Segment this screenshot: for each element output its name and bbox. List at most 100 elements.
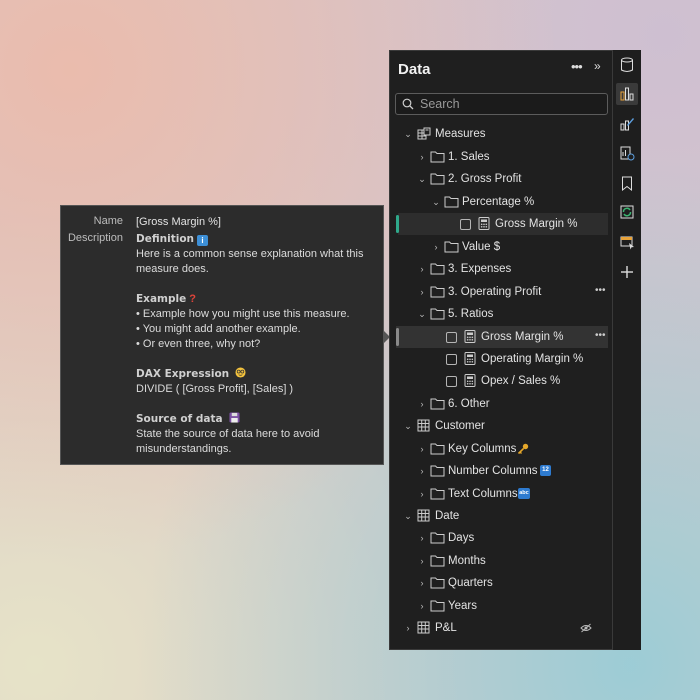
tree-folder-ratios[interactable]: ⌄ 5. Ratios [390,303,613,325]
chevron-right-icon[interactable]: › [431,242,441,252]
source-text-2: misunderstandings. [136,443,232,455]
tree-folder-gross-profit[interactable]: ⌄ 2. Gross Profit [390,168,613,190]
source-heading: Source of data [136,413,223,425]
tree-table-date[interactable]: ⌄ Date [390,505,613,527]
chevron-right-icon[interactable]: › [417,601,427,611]
sync-slicers-button[interactable] [616,201,638,223]
folder-icon [430,600,445,612]
tree-measure-operating-margin[interactable]: Operating Margin % [390,348,613,370]
selection-pane-button[interactable] [616,231,638,253]
item-more-options-icon[interactable]: ••• [595,330,606,341]
checkbox[interactable] [446,354,457,365]
definition-text-2: measure does. [136,263,209,275]
tree-label: Quarters [448,577,493,589]
folder-icon [430,263,445,275]
tree-table-pl[interactable]: › P&L [390,617,613,639]
calculator-icon [464,352,476,365]
selection-icon [620,236,634,250]
tree-table-measures[interactable]: ⌄ Measures [390,123,613,145]
tree-measure-gross-margin-pct-percentage[interactable]: Gross Margin % [396,213,608,235]
tree-folder-days[interactable]: › Days [390,527,613,549]
tree-folder-months[interactable]: › Months [390,550,613,572]
tree-measure-opex-sales[interactable]: Opex / Sales % [390,370,613,392]
chevron-down-icon[interactable]: ⌄ [403,421,413,432]
tree-label: Days [448,532,475,544]
build-visual-button[interactable] [616,83,638,105]
tree-folder-other[interactable]: › 6. Other [390,393,613,415]
checkbox[interactable] [446,376,457,387]
selected-accent [396,215,399,233]
chevron-down-icon[interactable]: ⌄ [417,174,427,185]
calculator-icon [478,217,490,230]
bookmark-icon [622,176,632,191]
expand-pane-icon[interactable]: » [594,59,601,73]
data-pane: Data ••• » ⌄ Measures › 1. Sales ⌄ 2. Gr… [389,50,612,650]
floppy-disk-icon [229,412,240,423]
chevron-right-icon[interactable]: › [403,623,413,633]
tree-label: Value $ [462,241,501,253]
pane-switcher-strip [612,50,641,650]
tree-label: Measures [435,128,486,140]
chevron-right-icon[interactable]: › [417,444,427,454]
chevron-right-icon[interactable]: › [417,489,427,499]
chevron-down-icon[interactable]: ⌄ [417,309,427,320]
folder-icon [430,443,445,455]
tree-label: Text Columns [448,488,518,500]
tree-folder-text-columns[interactable]: › Text Columns abc [390,483,613,505]
more-options-icon[interactable]: ••• [571,59,583,74]
tooltip-name-value: [Gross Margin %] [136,216,221,228]
key-icon [517,443,529,455]
tree-folder-sales[interactable]: › 1. Sales [390,146,613,168]
tree-folder-expenses[interactable]: › 3. Expenses [390,258,613,280]
tree-folder-key-columns[interactable]: › Key Columns [390,438,613,460]
calculator-icon [464,374,476,387]
measure-table-icon [417,127,431,140]
folder-icon [430,173,445,185]
tree-label: 6. Other [448,398,490,410]
tree-folder-years[interactable]: › Years [390,595,613,617]
item-more-options-icon[interactable]: ••• [595,285,606,296]
tree-folder-number-columns[interactable]: › Number Columns 12 [390,460,613,482]
search-input[interactable] [420,97,600,111]
dax-heading: DAX Expression [136,368,230,380]
tree-label: Key Columns [448,443,517,455]
add-pane-button[interactable] [616,261,638,283]
chevron-right-icon[interactable]: › [417,533,427,543]
chevron-right-icon[interactable]: › [417,287,427,297]
search-box[interactable] [395,93,608,115]
chevron-down-icon[interactable]: ⌄ [431,197,441,208]
hidden-eye-icon[interactable] [580,623,592,633]
chevron-right-icon[interactable]: › [417,466,427,476]
tree-measure-gross-margin-pct-ratios[interactable]: Gross Margin % ••• [396,326,608,348]
checkbox[interactable] [446,332,457,343]
dax-text: DIVIDE ( [Gross Profit], [Sales] ) [136,383,294,395]
measure-tooltip: Name [Gross Margin %] Description Defini… [60,205,384,465]
info-icon: i [197,235,209,246]
chevron-right-icon[interactable]: › [417,264,427,274]
abc-icon: abc [518,488,530,499]
tree-label: Percentage % [462,196,535,208]
tooltip-name-key: Name [93,215,123,227]
checkbox[interactable] [460,219,471,230]
chevron-right-icon[interactable]: › [417,152,427,162]
chevron-right-icon[interactable]: › [417,578,427,588]
tree-folder-percentage[interactable]: ⌄ Percentage % [390,191,613,213]
chevron-right-icon[interactable]: › [417,556,427,566]
tree-folder-value[interactable]: › Value $ [390,236,613,258]
folder-icon [430,532,445,544]
chevron-down-icon[interactable]: ⌄ [403,511,413,522]
performance-analyzer-button[interactable] [616,142,638,164]
data-pane-button[interactable] [616,54,638,76]
source-text-1: State the source of data here to avoid [136,428,320,440]
tree-folder-operating-profit[interactable]: › 3. Operating Profit ••• [390,281,613,303]
table-icon [417,419,430,432]
tree-table-customer[interactable]: ⌄ Customer [390,415,613,437]
format-visual-button[interactable] [616,113,638,135]
bookmarks-button[interactable] [616,172,638,194]
chevron-down-icon[interactable]: ⌄ [403,129,413,140]
tree-folder-quarters[interactable]: › Quarters [390,572,613,594]
tree-label: 3. Expenses [448,263,512,275]
chevron-right-icon[interactable]: › [417,399,427,409]
example-line-3: • Or even three, why not? [136,338,261,350]
folder-icon [430,555,445,567]
